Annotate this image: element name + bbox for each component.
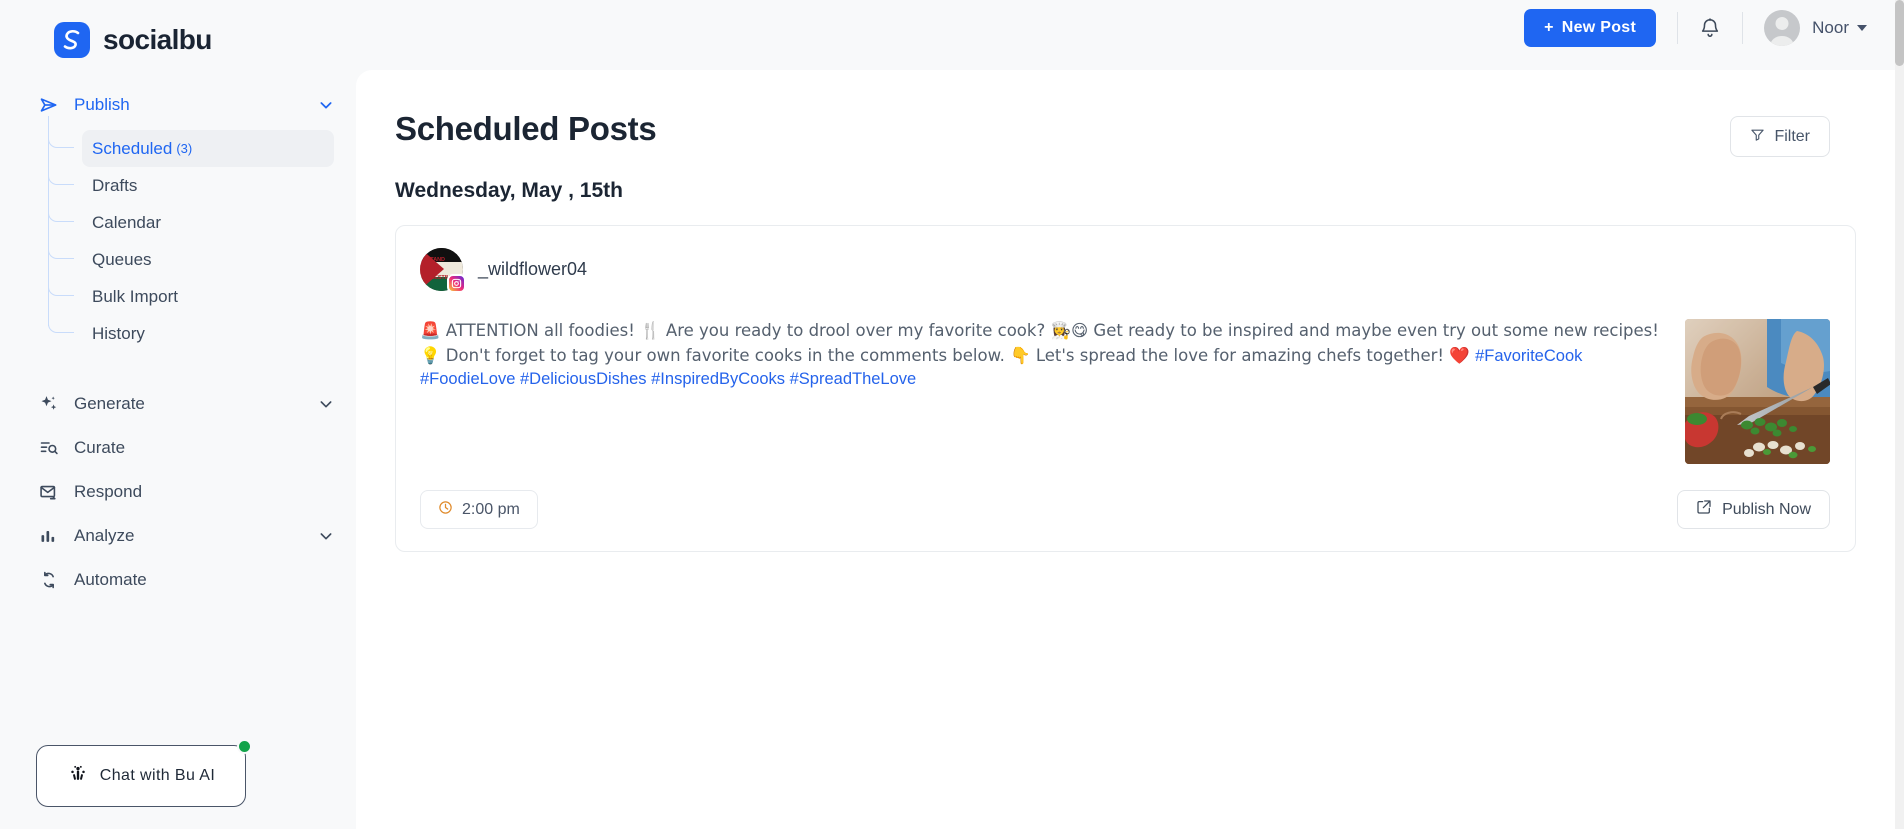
sidebar-nav: Publish Scheduled (3) Drafts Calendar Qu… xyxy=(0,86,356,602)
send-paper-plane-icon xyxy=(38,94,60,116)
post-body: 🚨 ATTENTION all foodies! 🍴 Are you ready… xyxy=(420,319,1830,464)
sidebar-item-automate[interactable]: Automate xyxy=(0,558,356,602)
topbar: + New Post Noor xyxy=(1524,0,1895,56)
sidebar-label-curate: Curate xyxy=(74,438,126,457)
sidebar-item-analyze[interactable]: Analyze xyxy=(0,514,356,558)
chevron-down-icon[interactable] xyxy=(318,97,334,113)
sidebar-label-generate: Generate xyxy=(74,394,145,413)
share-external-icon xyxy=(1696,499,1712,520)
chevron-down-icon[interactable] xyxy=(318,528,334,544)
divider xyxy=(1742,12,1744,44)
socialbu-logo-icon xyxy=(54,22,90,58)
sidebar: socialbu Publish Scheduled (3) Drafts Ca… xyxy=(0,0,356,829)
user-menu[interactable]: Noor xyxy=(1764,10,1867,46)
bar-chart-icon xyxy=(38,525,60,547)
status-dot xyxy=(237,739,252,754)
post-text: 🚨 ATTENTION all foodies! 🍴 Are you ready… xyxy=(420,319,1665,464)
tree-elbow xyxy=(48,153,74,185)
sidebar-label-scheduled: Scheduled xyxy=(92,138,173,158)
sidebar-item-respond[interactable]: Respond xyxy=(0,470,356,514)
sidebar-item-drafts[interactable]: Drafts xyxy=(48,153,334,204)
list-search-icon xyxy=(38,437,60,459)
sidebar-label-respond: Respond xyxy=(74,482,143,501)
sidebar-item-scheduled[interactable]: Scheduled (3) xyxy=(48,116,334,167)
sidebar-item-bulk-import[interactable]: Bulk Import xyxy=(48,264,334,315)
scheduled-time-label: 2:00 pm xyxy=(462,500,520,518)
sidebar-label-analyze: Analyze xyxy=(74,526,135,545)
divider xyxy=(1677,12,1679,44)
post-text-body: 🚨 ATTENTION all foodies! 🍴 Are you ready… xyxy=(420,321,1659,365)
sidebar-item-calendar[interactable]: Calendar xyxy=(48,190,334,241)
envelope-reply-icon xyxy=(38,481,60,503)
plus-icon: + xyxy=(1544,19,1554,36)
tree-elbow xyxy=(48,116,74,148)
tree-elbow xyxy=(48,190,74,222)
user-name: Noor xyxy=(1812,18,1849,37)
brand-name: socialbu xyxy=(103,24,212,55)
post-header: I STAND WITH PALESTINE _wildflower04 xyxy=(420,248,1830,293)
clock-icon xyxy=(438,500,453,520)
sidebar-item-generate[interactable]: Generate xyxy=(0,382,356,426)
sparkles-icon xyxy=(38,393,60,415)
sidebar-subnav-publish: Scheduled (3) Drafts Calendar Queues Bul… xyxy=(0,116,356,352)
sidebar-label-publish: Publish xyxy=(74,95,130,114)
bu-ai-icon xyxy=(67,764,89,789)
avatar[interactable]: I STAND WITH PALESTINE xyxy=(420,248,466,293)
publish-now-label: Publish Now xyxy=(1722,500,1811,518)
funnel-filter-icon xyxy=(1750,127,1765,147)
sidebar-label-history: History xyxy=(92,323,145,343)
sidebar-item-history[interactable]: History xyxy=(48,301,334,352)
post-footer: 2:00 pm Publish Now xyxy=(420,490,1830,529)
instagram-icon xyxy=(447,274,466,293)
scheduled-count-badge: (3) xyxy=(176,141,193,156)
sidebar-item-queues[interactable]: Queues xyxy=(48,227,334,278)
chat-with-bu-ai-button[interactable]: Chat with Bu AI xyxy=(36,739,252,807)
sidebar-label-automate: Automate xyxy=(74,570,147,589)
sidebar-label-calendar: Calendar xyxy=(92,212,161,232)
sidebar-label-drafts: Drafts xyxy=(92,175,138,195)
date-group-heading: Wednesday, May , 15th xyxy=(395,179,623,202)
new-post-label: New Post xyxy=(1561,19,1637,36)
filter-label: Filter xyxy=(1774,127,1810,145)
page-header: Scheduled Posts Filter xyxy=(356,70,1895,157)
refresh-cycle-icon xyxy=(38,569,60,591)
main-region: Scheduled Posts Filter Wednesday, May , … xyxy=(356,0,1904,829)
notification-bell-icon[interactable] xyxy=(1699,17,1721,39)
user-avatar-icon xyxy=(1764,10,1801,46)
avatar-text-line-2: WITH xyxy=(424,266,438,272)
brand-logo[interactable]: socialbu xyxy=(0,0,356,62)
tree-elbow xyxy=(48,301,74,333)
avatar-text-line-1: I STAND xyxy=(424,257,445,263)
sidebar-label-bulk-import: Bulk Import xyxy=(92,286,178,306)
sidebar-label-queues: Queues xyxy=(92,249,152,269)
new-post-button[interactable]: + New Post xyxy=(1524,9,1657,47)
tree-elbow xyxy=(48,264,74,296)
main-content-panel: Scheduled Posts Filter Wednesday, May , … xyxy=(356,70,1895,829)
chevron-down-icon[interactable] xyxy=(1857,25,1867,31)
scheduled-post-card: I STAND WITH PALESTINE _wildflower04 🚨 A… xyxy=(395,225,1856,552)
chat-with-bu-ai-label: Chat with Bu AI xyxy=(99,767,216,784)
post-account-handle[interactable]: _wildflower04 xyxy=(478,259,587,280)
scheduled-time-button[interactable]: 2:00 pm xyxy=(420,490,538,529)
page-title: Scheduled Posts xyxy=(395,110,657,147)
app-root: socialbu Publish Scheduled (3) Drafts Ca… xyxy=(0,0,1904,829)
chevron-down-icon[interactable] xyxy=(318,396,334,412)
filter-button[interactable]: Filter xyxy=(1730,116,1830,157)
cooking-chopping-vegetables-photo[interactable] xyxy=(1685,319,1830,464)
sidebar-item-curate[interactable]: Curate xyxy=(0,426,356,470)
page-scrollbar[interactable] xyxy=(1895,0,1904,829)
publish-now-button[interactable]: Publish Now xyxy=(1677,490,1830,529)
tree-elbow xyxy=(48,227,74,259)
scrollbar-thumb[interactable] xyxy=(1895,0,1904,66)
